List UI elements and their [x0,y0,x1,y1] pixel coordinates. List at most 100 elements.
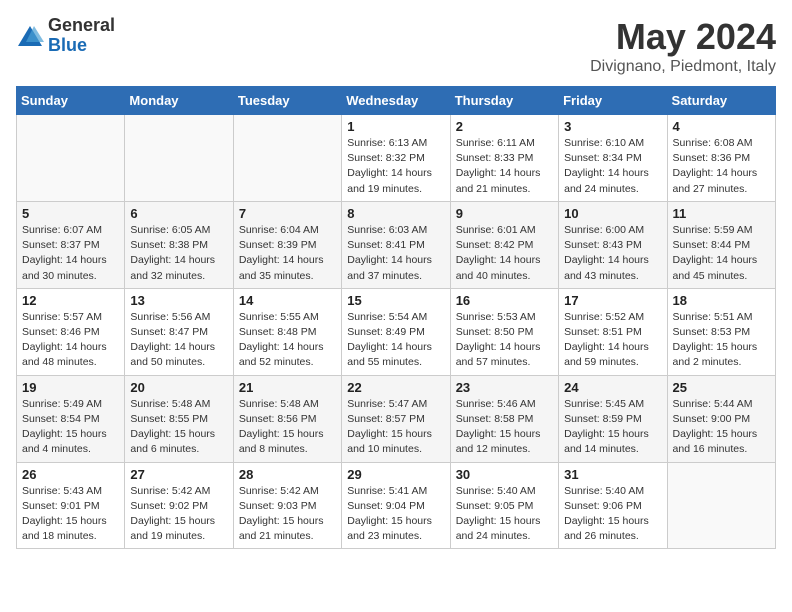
day-number: 18 [673,293,770,308]
day-info: Sunrise: 5:51 AMSunset: 8:53 PMDaylight:… [673,310,770,371]
day-number: 27 [130,467,227,482]
calendar-cell: 18 Sunrise: 5:51 AMSunset: 8:53 PMDayligh… [667,288,775,375]
calendar-cell: 6 Sunrise: 6:05 AMSunset: 8:38 PMDaylight… [125,201,233,288]
calendar-table: SundayMondayTuesdayWednesdayThursdayFrid… [16,86,776,549]
day-info: Sunrise: 5:48 AMSunset: 8:56 PMDaylight:… [239,397,336,458]
day-info: Sunrise: 6:11 AMSunset: 8:33 PMDaylight:… [456,136,553,197]
day-info: Sunrise: 5:48 AMSunset: 8:55 PMDaylight:… [130,397,227,458]
calendar-cell: 2 Sunrise: 6:11 AMSunset: 8:33 PMDaylight… [450,115,558,202]
day-info: Sunrise: 5:45 AMSunset: 8:59 PMDaylight:… [564,397,661,458]
calendar-cell [17,115,125,202]
calendar-cell: 22Sunrise: 5:47 AMSunset: 8:57 PMDayligh… [342,375,450,462]
weekday-header: Thursday [450,87,558,115]
day-info: Sunrise: 5:44 AMSunset: 9:00 PMDaylight:… [673,397,770,458]
calendar-cell: 27 Sunrise: 5:42 AMSunset: 9:02 PMDayligh… [125,462,233,549]
calendar-cell: 8 Sunrise: 6:03 AMSunset: 8:41 PMDaylight… [342,201,450,288]
day-number: 15 [347,293,444,308]
day-info: Sunrise: 5:41 AMSunset: 9:04 PMDaylight:… [347,484,444,545]
day-info: Sunrise: 6:10 AMSunset: 8:34 PMDaylight:… [564,136,661,197]
page-header: General Blue May 2024 Divignano, Piedmon… [16,16,776,76]
calendar-cell: 13 Sunrise: 5:56 AMSunset: 8:47 PMDayligh… [125,288,233,375]
day-number: 26 [22,467,119,482]
calendar-week-row: 26Sunrise: 5:43 AMSunset: 9:01 PMDayligh… [17,462,776,549]
day-info: Sunrise: 5:46 AMSunset: 8:58 PMDaylight:… [456,397,553,458]
day-number: 16 [456,293,553,308]
day-info: Sunrise: 5:53 AMSunset: 8:50 PMDaylight:… [456,310,553,371]
logo-icon [16,22,44,50]
day-number: 29 [347,467,444,482]
calendar-cell: 30Sunrise: 5:40 AMSunset: 9:05 PMDayligh… [450,462,558,549]
day-info: Sunrise: 6:13 AMSunset: 8:32 PMDaylight:… [347,136,444,197]
calendar-cell: 20 Sunrise: 5:48 AMSunset: 8:55 PMDayligh… [125,375,233,462]
day-number: 25 [673,380,770,395]
day-info: Sunrise: 5:56 AMSunset: 8:47 PMDaylight:… [130,310,227,371]
weekday-header: Tuesday [233,87,341,115]
day-number: 20 [130,380,227,395]
calendar-cell: 7Sunrise: 6:04 AMSunset: 8:39 PMDaylight… [233,201,341,288]
calendar-cell: 16 Sunrise: 5:53 AMSunset: 8:50 PMDayligh… [450,288,558,375]
day-info: Sunrise: 5:55 AMSunset: 8:48 PMDaylight:… [239,310,336,371]
day-number: 1 [347,119,444,134]
weekday-header: Monday [125,87,233,115]
calendar-cell: 23 Sunrise: 5:46 AMSunset: 8:58 PMDayligh… [450,375,558,462]
day-number: 13 [130,293,227,308]
day-info: Sunrise: 5:42 AMSunset: 9:02 PMDaylight:… [130,484,227,545]
day-number: 6 [130,206,227,221]
day-number: 28 [239,467,336,482]
calendar-cell: 19 Sunrise: 5:49 AMSunset: 8:54 PMDayligh… [17,375,125,462]
day-number: 8 [347,206,444,221]
day-number: 31 [564,467,661,482]
day-info: Sunrise: 5:40 AMSunset: 9:05 PMDaylight:… [456,484,553,545]
day-number: 23 [456,380,553,395]
calendar-cell: 5 Sunrise: 6:07 AMSunset: 8:37 PMDaylight… [17,201,125,288]
location-title: Divignano, Piedmont, Italy [590,58,776,76]
calendar-cell [125,115,233,202]
weekday-header: Sunday [17,87,125,115]
day-number: 11 [673,206,770,221]
calendar-week-row: 5 Sunrise: 6:07 AMSunset: 8:37 PMDaylight… [17,201,776,288]
calendar-header-row: SundayMondayTuesdayWednesdayThursdayFrid… [17,87,776,115]
day-info: Sunrise: 6:07 AMSunset: 8:37 PMDaylight:… [22,223,119,284]
day-info: Sunrise: 6:05 AMSunset: 8:38 PMDaylight:… [130,223,227,284]
day-info: Sunrise: 5:42 AMSunset: 9:03 PMDaylight:… [239,484,336,545]
day-info: Sunrise: 5:49 AMSunset: 8:54 PMDaylight:… [22,397,119,458]
day-info: Sunrise: 6:03 AMSunset: 8:41 PMDaylight:… [347,223,444,284]
day-number: 7 [239,206,336,221]
day-info: Sunrise: 6:08 AMSunset: 8:36 PMDaylight:… [673,136,770,197]
calendar-cell: 31 Sunrise: 5:40 AMSunset: 9:06 PMDayligh… [559,462,667,549]
calendar-cell: 3 Sunrise: 6:10 AMSunset: 8:34 PMDaylight… [559,115,667,202]
day-number: 2 [456,119,553,134]
calendar-cell: 1 Sunrise: 6:13 AMSunset: 8:32 PMDaylight… [342,115,450,202]
day-number: 5 [22,206,119,221]
day-info: Sunrise: 6:00 AMSunset: 8:43 PMDaylight:… [564,223,661,284]
calendar-cell: 24Sunrise: 5:45 AMSunset: 8:59 PMDayligh… [559,375,667,462]
day-number: 12 [22,293,119,308]
day-number: 17 [564,293,661,308]
month-title: May 2024 [590,16,776,58]
day-info: Sunrise: 5:54 AMSunset: 8:49 PMDaylight:… [347,310,444,371]
day-info: Sunrise: 5:47 AMSunset: 8:57 PMDaylight:… [347,397,444,458]
day-number: 9 [456,206,553,221]
day-number: 21 [239,380,336,395]
day-number: 4 [673,119,770,134]
day-info: Sunrise: 5:59 AMSunset: 8:44 PMDaylight:… [673,223,770,284]
calendar-cell [233,115,341,202]
title-block: May 2024 Divignano, Piedmont, Italy [590,16,776,76]
day-info: Sunrise: 5:40 AMSunset: 9:06 PMDaylight:… [564,484,661,545]
day-info: Sunrise: 5:57 AMSunset: 8:46 PMDaylight:… [22,310,119,371]
day-number: 19 [22,380,119,395]
calendar-cell: 17 Sunrise: 5:52 AMSunset: 8:51 PMDayligh… [559,288,667,375]
logo-text: General Blue [48,16,115,56]
day-number: 3 [564,119,661,134]
calendar-cell: 26Sunrise: 5:43 AMSunset: 9:01 PMDayligh… [17,462,125,549]
day-number: 10 [564,206,661,221]
calendar-cell: 15 Sunrise: 5:54 AMSunset: 8:49 PMDayligh… [342,288,450,375]
calendar-cell: 12 Sunrise: 5:57 AMSunset: 8:46 PMDayligh… [17,288,125,375]
calendar-week-row: 1 Sunrise: 6:13 AMSunset: 8:32 PMDaylight… [17,115,776,202]
weekday-header: Friday [559,87,667,115]
calendar-cell: 11 Sunrise: 5:59 AMSunset: 8:44 PMDayligh… [667,201,775,288]
day-info: Sunrise: 5:52 AMSunset: 8:51 PMDaylight:… [564,310,661,371]
logo-general: General [48,16,115,36]
calendar-cell: 10 Sunrise: 6:00 AMSunset: 8:43 PMDayligh… [559,201,667,288]
calendar-cell: 9Sunrise: 6:01 AMSunset: 8:42 PMDaylight… [450,201,558,288]
